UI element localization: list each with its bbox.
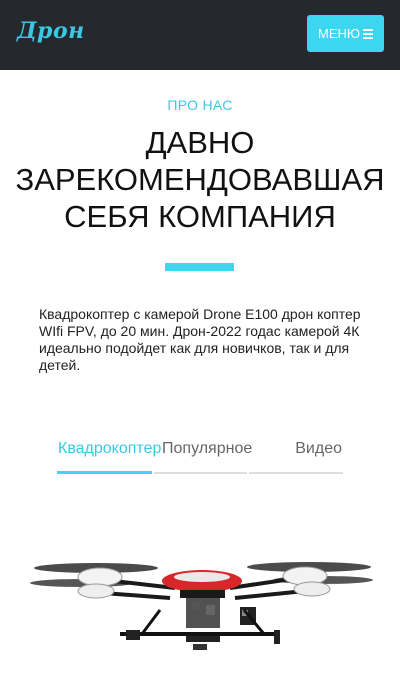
menu-button-label: МЕНЮ xyxy=(317,26,361,41)
title-divider xyxy=(165,263,234,271)
tab-quadcopter[interactable]: Квадрокоптер xyxy=(57,436,161,474)
menu-button[interactable]: МЕНЮ xyxy=(307,15,384,52)
headline-line-1: ДАВНО xyxy=(145,125,255,160)
tab-bar: Квадрокоптер Популярное Видео xyxy=(57,436,343,474)
tab-underline xyxy=(249,472,343,474)
headline-line-3: СЕБЯ КОМПАНИЯ xyxy=(64,199,336,234)
site-logo[interactable]: Дрон xyxy=(17,18,85,44)
drone-image xyxy=(30,550,375,679)
tab-underline xyxy=(57,471,152,474)
intro-paragraph: Квадрокоптер с камерой Drone E100 дрон к… xyxy=(39,306,361,373)
page-title: ДАВНО ЗАРЕКОМЕНДОВАВШАЯ СЕБЯ КОМПАНИЯ xyxy=(0,124,400,235)
drone-illustration xyxy=(30,562,373,650)
tab-label: Видео xyxy=(295,440,342,457)
headline-line-2: ЗАРЕКОМЕНДОВАВШАЯ xyxy=(15,162,385,197)
tab-label: Квадрокоптер xyxy=(58,440,162,457)
navbar: Дрон МЕНЮ xyxy=(0,0,400,70)
hamburger-icon xyxy=(363,28,374,40)
section-eyebrow: ПРО НАС xyxy=(167,97,233,113)
tab-video[interactable]: Видео xyxy=(249,436,343,474)
tab-popular[interactable]: Популярное xyxy=(154,436,252,474)
tab-label: Популярное xyxy=(162,440,253,457)
tab-underline xyxy=(154,472,247,474)
